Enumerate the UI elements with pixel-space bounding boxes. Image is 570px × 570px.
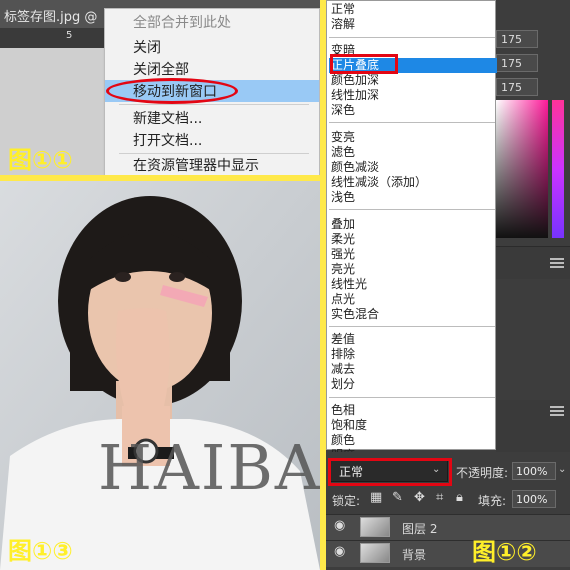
blend-option[interactable]: 颜色加深 [331, 73, 491, 88]
ruler-number: 5 [66, 30, 73, 41]
blend-option[interactable]: 划分 [331, 377, 491, 392]
color-value-field[interactable]: 175 [496, 30, 538, 48]
watermark-text: HAIBA [98, 431, 320, 504]
crop-icon[interactable]: ⌗ [436, 490, 443, 505]
blend-option[interactable]: 线性减淡（添加） [331, 175, 491, 190]
blend-option[interactable]: 点光 [331, 292, 491, 307]
brush-icon[interactable]: ✎ [392, 490, 403, 505]
blend-option[interactable]: 柔光 [331, 232, 491, 247]
color-value-field[interactable]: 175 [496, 78, 538, 96]
move-icon[interactable]: ✥ [414, 490, 425, 505]
blend-option[interactable]: 差值 [331, 332, 491, 347]
lock-label: 锁定: [332, 494, 361, 508]
layers-panel: 175 175 175 正常 溶解 变暗 正片叠底 颜色加深 线性加深 深色 变… [326, 0, 570, 570]
red-highlight-box [330, 54, 398, 74]
blend-option[interactable]: 色相 [331, 403, 491, 418]
blend-separator [329, 326, 495, 327]
layer-name[interactable]: 背景 [402, 546, 426, 563]
hue-slider[interactable] [552, 100, 564, 238]
blend-option[interactable]: 实色混合 [331, 307, 491, 322]
lock-pixels-icon[interactable]: ▦ [370, 490, 382, 505]
blend-option[interactable]: 滤色 [331, 145, 491, 160]
blend-separator [329, 209, 495, 210]
blend-option[interactable]: 线性加深 [331, 88, 491, 103]
menu-item-open-document[interactable]: 打开文档... [105, 129, 319, 151]
menu-item-close-all[interactable]: 关闭全部 [105, 58, 319, 80]
tab-context-panel: 标签存图.jpg @ 5 全部合并到此处 关闭 关闭全部 移动到新窗口 新建文档… [0, 0, 320, 175]
fill-input[interactable]: 100% [512, 490, 556, 508]
blend-option[interactable]: 线性光 [331, 277, 491, 292]
panel-menu-icon [550, 262, 564, 264]
blend-option[interactable]: 浅色 [331, 190, 491, 205]
color-picker-field[interactable] [496, 100, 548, 238]
caption-label: 图①① [8, 146, 73, 174]
portrait-photo [0, 181, 320, 570]
blend-option[interactable]: 减去 [331, 362, 491, 377]
blend-option[interactable]: 颜色 [331, 433, 491, 448]
panel-menu-icon [550, 410, 564, 412]
photo-panel: HAIBA 图①③ [0, 181, 320, 570]
blend-separator [329, 397, 495, 398]
blend-option[interactable]: 亮光 [331, 262, 491, 277]
blend-option[interactable]: 深色 [331, 103, 491, 118]
fill-label: 填充: [478, 494, 507, 508]
opacity-input[interactable]: 100% [512, 462, 556, 480]
lock-icon[interactable]: 🔒︎ [456, 490, 463, 505]
blend-option[interactable]: 叠加 [331, 217, 491, 232]
blend-option[interactable]: 正常 [331, 2, 491, 17]
caption-label: 图①② [472, 538, 537, 566]
document-tab-title[interactable]: 标签存图.jpg @ [4, 6, 97, 25]
layer-thumbnail [360, 543, 390, 563]
panel-menu-icon [550, 414, 564, 416]
red-highlight-oval [106, 78, 238, 104]
menu-item-merge-all: 全部合并到此处 [133, 15, 231, 31]
chevron-down-icon[interactable]: ⌄ [558, 464, 566, 475]
red-highlight-box [328, 458, 452, 486]
menu-separator [119, 104, 309, 105]
panel-menu-icon[interactable] [550, 406, 564, 408]
panel-menu-icon[interactable] [550, 258, 564, 260]
blend-option[interactable]: 排除 [331, 347, 491, 362]
menu-item-close[interactable]: 关闭 [105, 36, 319, 58]
blend-option[interactable]: 变亮 [331, 130, 491, 145]
panel-menu-icon [550, 266, 564, 268]
layer-name[interactable]: 图层 2 [402, 520, 437, 537]
blend-separator [329, 37, 495, 38]
eye-icon[interactable]: ◉ [334, 544, 352, 562]
menu-item-new-document[interactable]: 新建文档... [105, 107, 319, 129]
blend-option[interactable]: 饱和度 [331, 418, 491, 433]
blend-option[interactable]: 颜色减淡 [331, 160, 491, 175]
color-value-field[interactable]: 175 [496, 54, 538, 72]
blend-option[interactable]: 强光 [331, 247, 491, 262]
caption-label: 图①③ [8, 537, 73, 565]
opacity-label: 不透明度: [456, 466, 509, 480]
eye-icon[interactable]: ◉ [334, 518, 352, 536]
blend-option[interactable]: 溶解 [331, 17, 491, 32]
menu-item-show-in-explorer[interactable]: 在资源管理器中显示 [105, 154, 319, 175]
layer-thumbnail [360, 517, 390, 537]
blend-separator [329, 122, 495, 123]
